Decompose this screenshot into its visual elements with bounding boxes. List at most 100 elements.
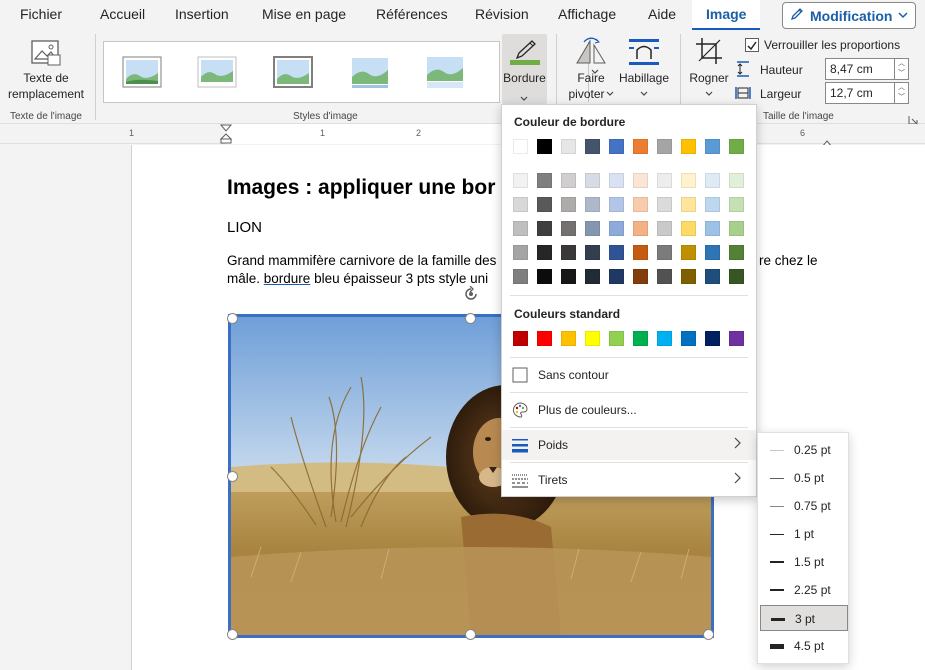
theme-color-shade-swatch[interactable]: [681, 221, 696, 236]
resize-handle-top[interactable]: [465, 313, 476, 324]
theme-color-shade-swatch[interactable]: [729, 269, 744, 284]
tab-aide[interactable]: Aide: [648, 6, 676, 22]
theme-color-shade-swatch[interactable]: [705, 173, 720, 188]
theme-color-shade-swatch[interactable]: [657, 173, 672, 188]
width-spinner[interactable]: ︿ ﹀: [895, 82, 909, 104]
theme-color-shade-swatch[interactable]: [633, 269, 648, 284]
theme-color-swatch[interactable]: [657, 139, 672, 154]
theme-color-shade-swatch[interactable]: [537, 221, 552, 236]
theme-color-shade-swatch[interactable]: [681, 197, 696, 212]
resize-handle-bottom[interactable]: [465, 629, 476, 640]
theme-color-shade-swatch[interactable]: [609, 245, 624, 260]
tab-revision[interactable]: Révision: [475, 6, 529, 22]
alt-text-button[interactable]: Texte de remplacement: [7, 70, 85, 102]
tab-accueil[interactable]: Accueil: [100, 6, 145, 22]
image-style-thumbnail[interactable]: [272, 55, 314, 89]
wrap-text-button[interactable]: Habillage: [617, 70, 671, 102]
standard-color-swatch[interactable]: [513, 331, 528, 346]
theme-color-shade-swatch[interactable]: [729, 173, 744, 188]
tab-insertion[interactable]: Insertion: [175, 6, 229, 22]
resize-handle-bottom-left[interactable]: [227, 629, 238, 640]
theme-color-shade-swatch[interactable]: [705, 197, 720, 212]
theme-color-shade-swatch[interactable]: [657, 221, 672, 236]
theme-color-swatch[interactable]: [729, 139, 744, 154]
standard-color-swatch[interactable]: [633, 331, 648, 346]
theme-color-shade-swatch[interactable]: [657, 197, 672, 212]
weight-option[interactable]: 3 pt: [760, 605, 848, 631]
theme-color-shade-swatch[interactable]: [585, 269, 600, 284]
rotate-button[interactable]: Faire pivoter: [568, 70, 614, 102]
standard-color-swatch[interactable]: [585, 331, 600, 346]
weight-option[interactable]: 0.25 pt: [760, 437, 848, 463]
modification-button[interactable]: Modification: [782, 2, 916, 29]
bordure-button[interactable]: Bordure: [502, 34, 547, 104]
theme-color-shade-swatch[interactable]: [585, 173, 600, 188]
theme-color-swatch[interactable]: [513, 139, 528, 154]
resize-handle-left[interactable]: [227, 471, 238, 482]
theme-color-shade-swatch[interactable]: [561, 269, 576, 284]
theme-color-shade-swatch[interactable]: [609, 173, 624, 188]
height-spinner[interactable]: ︿ ﹀: [895, 58, 909, 80]
resize-handle-bottom-right[interactable]: [703, 629, 714, 640]
theme-color-shade-swatch[interactable]: [705, 245, 720, 260]
width-input[interactable]: 12,7 cm: [825, 82, 895, 104]
theme-color-shade-swatch[interactable]: [633, 221, 648, 236]
theme-color-swatch[interactable]: [633, 139, 648, 154]
weight-option[interactable]: 2.25 pt: [760, 577, 848, 603]
theme-color-shade-swatch[interactable]: [513, 245, 528, 260]
theme-color-shade-swatch[interactable]: [561, 245, 576, 260]
tab-fichier[interactable]: Fichier: [20, 6, 62, 22]
dashes-item[interactable]: Tirets: [502, 465, 756, 495]
theme-color-shade-swatch[interactable]: [657, 269, 672, 284]
theme-color-shade-swatch[interactable]: [609, 197, 624, 212]
theme-color-shade-swatch[interactable]: [585, 221, 600, 236]
tab-references[interactable]: Références: [376, 6, 448, 22]
theme-color-shade-swatch[interactable]: [561, 221, 576, 236]
theme-color-shade-swatch[interactable]: [513, 197, 528, 212]
rotate-handle-icon[interactable]: [463, 285, 479, 307]
standard-color-swatch[interactable]: [561, 331, 576, 346]
standard-color-swatch[interactable]: [609, 331, 624, 346]
theme-color-shade-swatch[interactable]: [681, 245, 696, 260]
theme-color-shade-swatch[interactable]: [681, 173, 696, 188]
height-input[interactable]: 8,47 cm: [825, 58, 895, 80]
theme-color-shade-swatch[interactable]: [633, 173, 648, 188]
theme-color-shade-swatch[interactable]: [537, 245, 552, 260]
theme-color-shade-swatch[interactable]: [561, 197, 576, 212]
theme-color-shade-swatch[interactable]: [609, 269, 624, 284]
theme-color-shade-swatch[interactable]: [537, 269, 552, 284]
theme-color-shade-swatch[interactable]: [633, 197, 648, 212]
weight-option[interactable]: 1 pt: [760, 521, 848, 547]
crop-button[interactable]: Rogner: [688, 70, 730, 102]
standard-color-swatch[interactable]: [681, 331, 696, 346]
image-style-thumbnail[interactable]: [424, 55, 466, 89]
no-outline-item[interactable]: Sans contour: [502, 360, 756, 390]
tab-affichage[interactable]: Affichage: [558, 6, 616, 22]
standard-color-swatch[interactable]: [657, 331, 672, 346]
theme-color-shade-swatch[interactable]: [633, 245, 648, 260]
theme-color-swatch[interactable]: [561, 139, 576, 154]
theme-color-shade-swatch[interactable]: [561, 173, 576, 188]
weight-option[interactable]: 0.5 pt: [760, 465, 848, 491]
theme-color-shade-swatch[interactable]: [729, 245, 744, 260]
standard-color-swatch[interactable]: [729, 331, 744, 346]
theme-color-shade-swatch[interactable]: [681, 269, 696, 284]
weight-option[interactable]: 0.75 pt: [760, 493, 848, 519]
theme-color-shade-swatch[interactable]: [609, 221, 624, 236]
theme-color-shade-swatch[interactable]: [729, 221, 744, 236]
theme-color-shade-swatch[interactable]: [705, 221, 720, 236]
weight-option[interactable]: 1.5 pt: [760, 549, 848, 575]
theme-color-shade-swatch[interactable]: [513, 221, 528, 236]
theme-color-shade-swatch[interactable]: [705, 269, 720, 284]
theme-color-swatch[interactable]: [537, 139, 552, 154]
standard-color-swatch[interactable]: [537, 331, 552, 346]
theme-color-shade-swatch[interactable]: [513, 173, 528, 188]
theme-color-shade-swatch[interactable]: [657, 245, 672, 260]
theme-color-swatch[interactable]: [585, 139, 600, 154]
lock-ratio-checkbox[interactable]: [745, 38, 759, 52]
resize-handle-top-left[interactable]: [227, 313, 238, 324]
more-colors-item[interactable]: Plus de couleurs...: [502, 395, 756, 425]
tab-image[interactable]: Image: [692, 0, 761, 30]
weight-item[interactable]: Poids: [502, 430, 756, 460]
theme-color-swatch[interactable]: [681, 139, 696, 154]
